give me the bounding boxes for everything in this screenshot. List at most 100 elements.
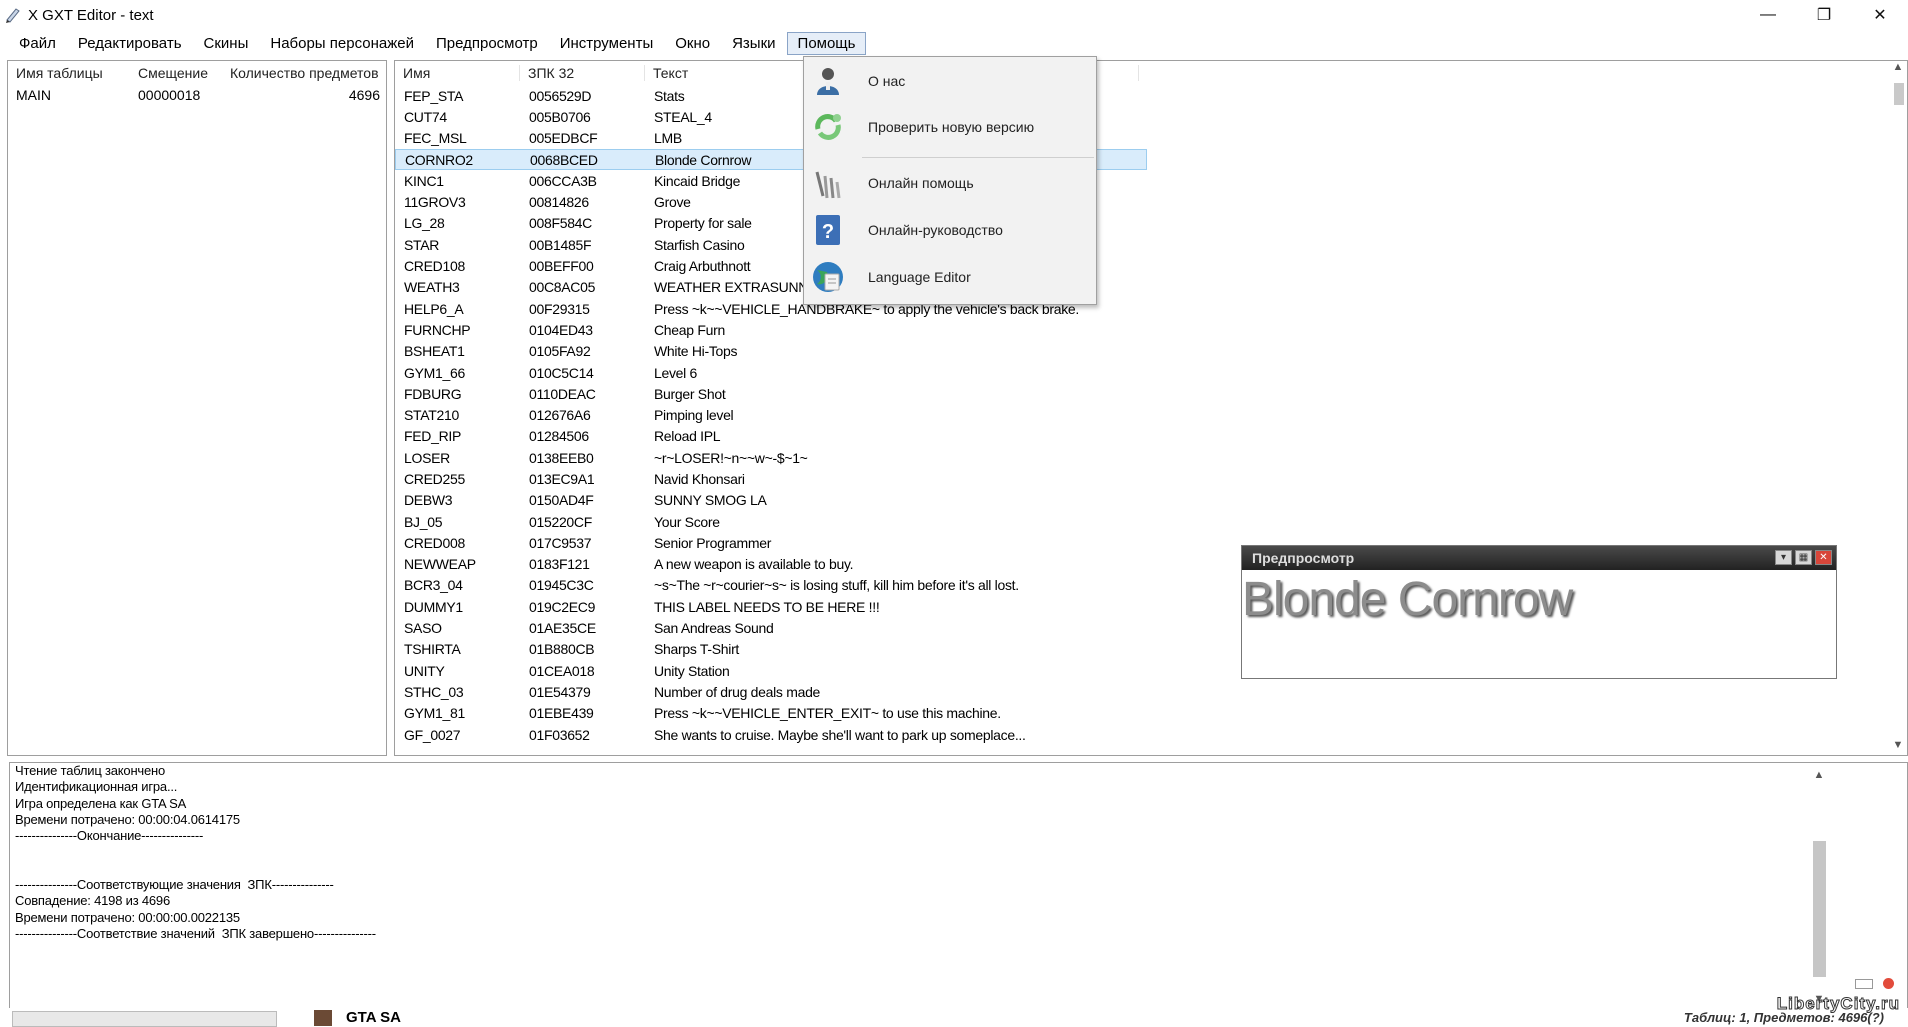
scroll-up-icon[interactable]: ▲ [1810,769,1828,781]
menu-window[interactable]: Окно [664,32,721,55]
update-icon [810,109,846,145]
entry-text-cell: Craig Arbuthnott [654,258,751,275]
scroll-down-icon[interactable]: ▼ [1889,739,1907,755]
table-row[interactable]: GYM1_66 010C5C14 Level 6 [395,362,1147,383]
help-item-language-editor[interactable]: Language Editor [804,255,1096,299]
log-panel[interactable]: Чтение таблиц закончено Идентификационная… [9,762,1908,1009]
column-table-name[interactable]: Имя таблицы [8,65,130,81]
tray-icons [1855,978,1894,989]
entry-name-cell: BCR3_04 [404,577,463,594]
entry-text-cell: STEAL_4 [654,108,712,125]
entry-crc-cell: 01CEA018 [529,662,595,679]
menu-preview[interactable]: Предпросмотр [425,32,549,55]
table-row[interactable]: SASO 01AE35CE San Andreas Sound [395,617,1147,638]
table-row[interactable]: CRED255 013EC9A1 Navid Khonsari [395,468,1147,489]
column-offset[interactable]: Смещение [130,65,222,81]
help-item-check-update[interactable]: Проверить новую версию [804,105,1096,149]
grid-icon[interactable]: ▦ [1795,550,1812,565]
close-button[interactable]: ✕ [1852,0,1908,30]
entry-crc-cell: 00BEFF00 [529,258,594,275]
log-scrollbar[interactable]: ▲ ▼ [1810,769,1828,1005]
entry-name-cell: FED_RIP [404,428,462,445]
entry-crc-cell: 01E54379 [529,683,591,700]
menu-help[interactable]: Помощь [786,31,867,55]
table-row[interactable]: GYM1_81 01EBE439 Press ~k~~VEHICLE_ENTER_E… [395,703,1147,724]
entry-text-cell: Your Score [654,513,720,530]
log-line: Совпадение: 4198 из 4696 [15,893,170,909]
table-row[interactable]: TSHIRTA 01B880CB Sharps T-Shirt [395,639,1147,660]
table-row[interactable]: UNITY 01CEA018 Unity Station [395,660,1147,681]
scroll-up-icon[interactable]: ▲ [1889,61,1907,77]
column-item-count[interactable]: Количество предметов [222,65,386,81]
preview-text: Blonde Cornrow [1242,573,1573,626]
menu-separator [862,157,1094,158]
table-row[interactable]: MAIN 00000018 4696 [8,85,386,105]
help-item-about[interactable]: О нас [804,59,1096,103]
table-row[interactable]: LOSER 0138EEB0 ~r~LOSER!~n~~w~-$~1~ [395,447,1147,468]
table-row[interactable]: BCR3_04 01945C3C ~s~The ~r~courier~s~ is l… [395,575,1147,596]
entry-name-cell: STAR [404,236,440,253]
maximize-button[interactable]: ❐ [1796,0,1852,30]
status-bar: GTA SA Таблиц: 1, Предметов: 4696(?) [0,1008,1908,1027]
menu-character-sets[interactable]: Наборы персонажей [259,32,425,55]
entry-text-cell: San Andreas Sound [654,620,774,637]
entry-crc-cell: 005EDBCF [529,130,598,147]
entry-text-cell: Press ~k~~VEHICLE_ENTER_EXIT~ to use thi… [654,705,1001,722]
close-icon[interactable]: ✕ [1815,550,1832,565]
scroll-thumb[interactable] [1894,83,1904,105]
entry-name-cell: CRED108 [404,258,465,275]
keyboard-icon[interactable] [1855,978,1873,989]
log-line: ---------------Соответствующие значения … [15,877,334,893]
svg-text:?: ? [822,221,834,243]
table-row[interactable]: FDBURG 0110DEAC Burger Shot [395,383,1147,404]
menu-languages[interactable]: Языки [721,32,786,55]
log-line: Чтение таблиц закончено [15,763,166,778]
entry-text-cell: LMB [654,130,682,147]
table-row[interactable]: BJ_05 015220CF Your Score [395,511,1147,532]
table-row[interactable]: NEWWEAP 0183F121 A new weapon is available… [395,554,1147,575]
entry-name-cell: UNITY [404,662,445,679]
entry-text-cell: Navid Khonsari [654,470,745,487]
table-row[interactable]: FED_RIP 01284506 Reload IPL [395,426,1147,447]
table-row[interactable]: CRED008 017C9537 Senior Programmer [395,532,1147,553]
entry-name-cell: SASO [404,620,442,637]
scroll-thumb[interactable] [1813,841,1826,977]
entries-scrollbar[interactable]: ▲ ▼ [1889,61,1907,755]
entry-name-cell: FEP_STA [404,87,464,104]
column-name[interactable]: Имя [395,65,520,81]
entry-name-cell: FURNCHP [404,321,471,338]
column-crc32[interactable]: ЗПК 32 [520,65,645,81]
entry-text-cell: Grove [654,194,691,211]
entry-name-cell: KINC1 [404,172,444,189]
entry-text-cell: Sharps T-Shirt [654,641,740,658]
game-icon [314,1010,332,1026]
log-line: Времени потрачено: 00:00:00.0022135 [15,909,240,925]
preview-title[interactable]: Предпросмотр [1242,546,1836,570]
menu-file[interactable]: Файл [8,32,67,55]
table-row[interactable]: STHC_03 01E54379 Number of drug deals made [395,681,1147,702]
entry-name-cell: CORNRO2 [405,151,473,168]
menu-edit[interactable]: Редактировать [67,32,193,55]
log-line: Времени потрачено: 00:00:04.0614175 [15,811,240,827]
record-icon[interactable] [1883,978,1894,989]
menu-tools[interactable]: Инструменты [549,32,665,55]
table-row[interactable]: STAT210 012676A6 Pimping level [395,404,1147,425]
menu-skins[interactable]: Скины [193,32,260,55]
chevron-down-icon[interactable]: ▾ [1775,550,1792,565]
help-item-online-help[interactable]: Онлайн помощь [804,161,1096,205]
table-row[interactable]: BSHEAT1 0105FA92 White Hi-Tops [395,341,1147,362]
table-row[interactable]: GF_0027 01F03652 She wants to cruise. Mayb… [395,724,1147,745]
tables-list: Имя таблицы Смещение Количество предмето… [7,60,387,756]
entry-crc-cell: 019C2EC9 [529,598,596,615]
tools-icon [810,165,846,201]
table-row[interactable]: DEBW3 0150AD4F SUNNY SMOG LA [395,490,1147,511]
entry-crc-cell: 0104ED43 [529,321,593,338]
minimize-button[interactable]: — [1740,0,1796,30]
table-row[interactable]: FURNCHP 0104ED43 Cheap Furn [395,319,1147,340]
entry-crc-cell: 010C5C14 [529,364,594,381]
help-item-online-manual[interactable]: ? Онлайн-руководство [804,208,1096,252]
entry-crc-cell: 0105FA92 [529,343,591,360]
table-row[interactable]: DUMMY1 019C2EC9 THIS LABEL NEEDS TO BE HER… [395,596,1147,617]
entry-text-cell: WEATHER EXTRASUNN [654,279,809,296]
entry-text-cell: Unity Station [654,662,730,679]
